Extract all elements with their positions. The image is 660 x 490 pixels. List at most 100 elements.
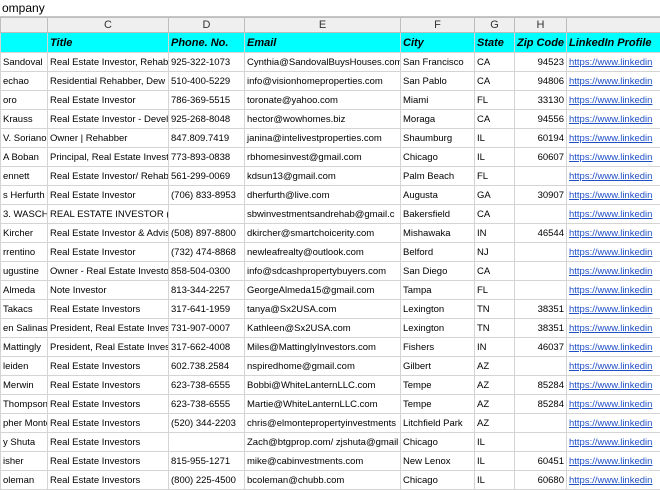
cell-zip[interactable] bbox=[515, 262, 567, 281]
cell-linkedin[interactable]: https://www.linkedin bbox=[567, 452, 660, 471]
cell-name[interactable]: A Boban bbox=[1, 148, 48, 167]
cell-state[interactable]: IN bbox=[475, 224, 515, 243]
cell-zip[interactable]: 33130 bbox=[515, 91, 567, 110]
header-phone[interactable]: Phone. No. bbox=[169, 33, 245, 53]
cell-email[interactable]: kdsun13@gmail.com bbox=[245, 167, 401, 186]
cell-title[interactable]: Real Estate Investor bbox=[48, 91, 169, 110]
cell-zip[interactable] bbox=[515, 414, 567, 433]
cell-phone[interactable]: 786-369-5515 bbox=[169, 91, 245, 110]
cell-name[interactable]: leiden bbox=[1, 357, 48, 376]
cell-title[interactable]: REAL ESTATE INVESTOR (REH. bbox=[48, 205, 169, 224]
cell-state[interactable]: FL bbox=[475, 281, 515, 300]
cell-zip[interactable]: 30907 bbox=[515, 186, 567, 205]
cell-name[interactable]: Kircher bbox=[1, 224, 48, 243]
cell-state[interactable]: IL bbox=[475, 129, 515, 148]
cell-linkedin[interactable]: https://www.linkedin bbox=[567, 395, 660, 414]
cell-email[interactable]: Kathleen@Sx2USA.com bbox=[245, 319, 401, 338]
header-linkedin[interactable]: LinkedIn Profile bbox=[567, 33, 660, 53]
cell-city[interactable]: Chicago bbox=[401, 148, 475, 167]
cell-state[interactable]: IL bbox=[475, 148, 515, 167]
column-letter-6[interactable]: G bbox=[475, 18, 515, 33]
cell-state[interactable]: AZ bbox=[475, 376, 515, 395]
cell-email[interactable]: rbhomesinvest@gmail.com bbox=[245, 148, 401, 167]
cell-name[interactable]: Almeda bbox=[1, 281, 48, 300]
cell-email[interactable]: dkircher@smartchoicerity.com bbox=[245, 224, 401, 243]
cell-state[interactable]: GA bbox=[475, 186, 515, 205]
cell-linkedin[interactable]: https://www.linkedin bbox=[567, 262, 660, 281]
cell-title[interactable]: Real Estate Investors bbox=[48, 376, 169, 395]
cell-city[interactable]: Chicago bbox=[401, 471, 475, 490]
header-title[interactable]: Title bbox=[48, 33, 169, 53]
cell-linkedin[interactable]: https://www.linkedin bbox=[567, 471, 660, 490]
cell-phone[interactable]: 561-299-0069 bbox=[169, 167, 245, 186]
cell-name[interactable]: s Herfurth bbox=[1, 186, 48, 205]
cell-phone[interactable]: 731-907-0007 bbox=[169, 319, 245, 338]
cell-state[interactable]: IL bbox=[475, 433, 515, 452]
cell-linkedin[interactable]: https://www.linkedin bbox=[567, 72, 660, 91]
cell-name[interactable]: Takacs bbox=[1, 300, 48, 319]
cell-zip[interactable]: 85284 bbox=[515, 376, 567, 395]
cell-zip[interactable]: 60451 bbox=[515, 452, 567, 471]
cell-phone[interactable]: 510-400-5229 bbox=[169, 72, 245, 91]
cell-linkedin[interactable]: https://www.linkedin bbox=[567, 319, 660, 338]
cell-phone[interactable]: 623-738-6555 bbox=[169, 395, 245, 414]
column-letter-3[interactable]: D bbox=[169, 18, 245, 33]
cell-state[interactable]: CA bbox=[475, 205, 515, 224]
cell-name[interactable]: rrentino bbox=[1, 243, 48, 262]
cell-linkedin[interactable]: https://www.linkedin bbox=[567, 357, 660, 376]
header-email[interactable]: Email bbox=[245, 33, 401, 53]
cell-title[interactable]: Real Estate Investor bbox=[48, 243, 169, 262]
cell-linkedin[interactable]: https://www.linkedin bbox=[567, 148, 660, 167]
cell-linkedin[interactable]: https://www.linkedin bbox=[567, 376, 660, 395]
cell-name[interactable]: Krauss bbox=[1, 110, 48, 129]
cell-phone[interactable]: (508) 897-8800 bbox=[169, 224, 245, 243]
cell-name[interactable]: oleman bbox=[1, 471, 48, 490]
cell-title[interactable]: Owner | Rehabber bbox=[48, 129, 169, 148]
cell-linkedin[interactable]: https://www.linkedin bbox=[567, 224, 660, 243]
cell-email[interactable]: GeorgeAlmeda15@gmail.com bbox=[245, 281, 401, 300]
cell-zip[interactable] bbox=[515, 433, 567, 452]
cell-linkedin[interactable]: https://www.linkedin bbox=[567, 243, 660, 262]
cell-state[interactable]: FL bbox=[475, 167, 515, 186]
cell-zip[interactable] bbox=[515, 357, 567, 376]
header-city[interactable]: City bbox=[401, 33, 475, 53]
cell-linkedin[interactable]: https://www.linkedin bbox=[567, 414, 660, 433]
cell-name[interactable]: Mattingly bbox=[1, 338, 48, 357]
cell-name[interactable]: ennett bbox=[1, 167, 48, 186]
cell-city[interactable]: San Francisco bbox=[401, 53, 475, 72]
cell-state[interactable]: CA bbox=[475, 53, 515, 72]
cell-phone[interactable]: 317-641-1959 bbox=[169, 300, 245, 319]
cell-state[interactable]: TN bbox=[475, 319, 515, 338]
cell-phone[interactable]: 925-322-1073 bbox=[169, 53, 245, 72]
cell-name[interactable]: V. Soriano bbox=[1, 129, 48, 148]
cell-state[interactable]: TN bbox=[475, 300, 515, 319]
cell-city[interactable]: San Pablo bbox=[401, 72, 475, 91]
cell-email[interactable]: dherfurth@live.com bbox=[245, 186, 401, 205]
cell-title[interactable]: Real Estate Investors bbox=[48, 433, 169, 452]
cell-title[interactable]: Real Estate Investors bbox=[48, 357, 169, 376]
cell-title[interactable]: Real Estate Investor/ Rehab bbox=[48, 167, 169, 186]
cell-linkedin[interactable]: https://www.linkedin bbox=[567, 186, 660, 205]
cell-title[interactable]: Real Estate Investor & Advis bbox=[48, 224, 169, 243]
cell-state[interactable]: CA bbox=[475, 110, 515, 129]
cell-email[interactable]: tanya@Sx2USA.com bbox=[245, 300, 401, 319]
cell-city[interactable]: Bakersfield bbox=[401, 205, 475, 224]
cell-title[interactable]: Real Estate Investors bbox=[48, 414, 169, 433]
cell-email[interactable]: Miles@MattinglyInvestors.com bbox=[245, 338, 401, 357]
cell-title[interactable]: Real Estate Investor, Rehab bbox=[48, 53, 169, 72]
cell-title[interactable]: President, Real Estate Inves bbox=[48, 338, 169, 357]
cell-city[interactable]: Fishers bbox=[401, 338, 475, 357]
cell-title[interactable]: Real Estate Investors bbox=[48, 452, 169, 471]
cell-name[interactable]: y Shuta bbox=[1, 433, 48, 452]
cell-email[interactable]: sbwinvestmentsandrehab@gmail.c bbox=[245, 205, 401, 224]
column-letter-8[interactable] bbox=[567, 18, 660, 33]
cell-title[interactable]: Real Estate Investors bbox=[48, 300, 169, 319]
cell-linkedin[interactable]: https://www.linkedin bbox=[567, 53, 660, 72]
cell-zip[interactable]: 46544 bbox=[515, 224, 567, 243]
header-state[interactable]: State bbox=[475, 33, 515, 53]
cell-email[interactable]: Cynthia@SandovalBuysHouses.com bbox=[245, 53, 401, 72]
cell-city[interactable]: Chicago bbox=[401, 433, 475, 452]
cell-title[interactable]: Real Estate Investor bbox=[48, 186, 169, 205]
cell-phone[interactable]: (520) 344-2203 bbox=[169, 414, 245, 433]
cell-phone[interactable]: (800) 225-4500 bbox=[169, 471, 245, 490]
